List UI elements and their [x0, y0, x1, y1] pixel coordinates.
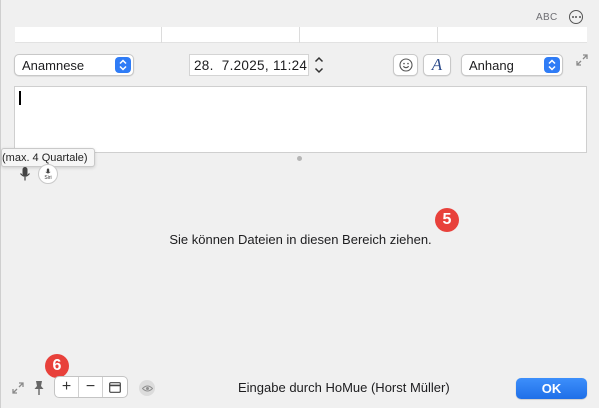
- column-header-strip: [15, 27, 587, 43]
- entry-panel: ABC Anamnese 28. 7.2025, 11:24 A Anhang …: [0, 0, 599, 408]
- window-button[interactable]: [103, 377, 127, 397]
- chevron-updown-icon: [115, 57, 131, 73]
- siri-label: Siri: [44, 174, 52, 181]
- annotation-badge-6: 6: [45, 354, 69, 378]
- spellcheck-label[interactable]: ABC: [536, 12, 557, 23]
- font-a-icon: A: [431, 55, 443, 74]
- eye-icon[interactable]: [139, 380, 155, 396]
- entry-type-select[interactable]: Anamnese: [14, 54, 134, 76]
- ok-button[interactable]: OK: [516, 378, 587, 399]
- siri-button[interactable]: Siri: [38, 164, 58, 184]
- expand-icon[interactable]: [575, 53, 589, 67]
- attachment-controls: + −: [54, 376, 128, 398]
- remove-button[interactable]: −: [79, 377, 103, 397]
- datetime-field[interactable]: 28. 7.2025, 11:24: [189, 54, 309, 76]
- attachment-select[interactable]: Anhang: [461, 54, 563, 76]
- collapse-icon[interactable]: [11, 381, 25, 395]
- attachment-value: Anhang: [469, 57, 514, 73]
- emoji-button[interactable]: [393, 54, 418, 76]
- microphone-icon[interactable]: [19, 166, 31, 182]
- pin-icon[interactable]: [33, 380, 45, 396]
- entry-type-value: Anamnese: [22, 57, 85, 73]
- more-options-icon[interactable]: [569, 10, 583, 24]
- datetime-stepper[interactable]: [312, 54, 326, 76]
- annotation-badge-5: 5: [435, 208, 459, 232]
- font-button[interactable]: A: [423, 54, 451, 76]
- chevron-updown-icon: [544, 57, 560, 73]
- chevron-up-icon: [314, 56, 324, 63]
- entry-text-area[interactable]: [14, 86, 587, 153]
- smiley-icon: [398, 58, 413, 72]
- drop-zone-hint: Sie können Dateien in diesen Bereich zie…: [169, 232, 432, 247]
- text-caret: [19, 91, 21, 105]
- window-icon: [109, 381, 121, 393]
- entry-author: Eingabe durch HoMue (Horst Müller): [238, 380, 450, 395]
- chevron-down-icon: [314, 67, 324, 74]
- add-button[interactable]: +: [55, 377, 79, 397]
- resize-handle[interactable]: [297, 156, 302, 161]
